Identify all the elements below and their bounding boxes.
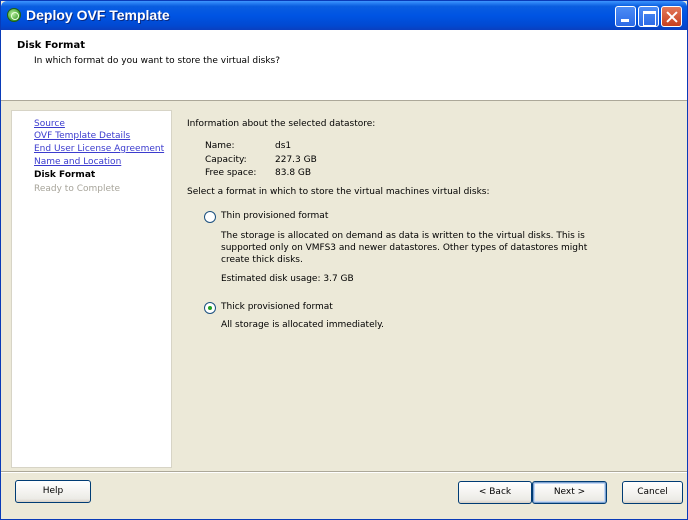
format-prompt: Select a format in which to store the vi… bbox=[187, 187, 490, 197]
back-button[interactable]: < Back bbox=[458, 481, 532, 504]
help-button[interactable]: Help bbox=[15, 480, 91, 503]
close-icon[interactable] bbox=[661, 6, 682, 27]
thick-provisioned-description: All storage is allocated immediately. bbox=[221, 320, 385, 330]
datastore-free-space-value: 83.8 GB bbox=[275, 168, 312, 178]
datastore-free-space-label: Free space: bbox=[205, 168, 257, 178]
window-title: Deploy OVF Template bbox=[26, 7, 170, 23]
thin-provisioned-description-line-2: supported only on VMFS3 and newer datast… bbox=[221, 243, 588, 253]
wizard-steps-nav: Source OVF Template Details End User Lic… bbox=[11, 110, 172, 468]
vsphere-app-icon bbox=[7, 8, 21, 22]
datastore-info-heading: Information about the selected datastore… bbox=[187, 119, 376, 129]
datastore-name-value: ds1 bbox=[275, 141, 292, 151]
cancel-button[interactable]: Cancel bbox=[622, 481, 683, 504]
datastore-name-label: Name: bbox=[205, 141, 235, 151]
footer-divider bbox=[1, 471, 687, 473]
disk-format-panel: Information about the selected datastore… bbox=[175, 110, 681, 468]
nav-step-eula[interactable]: End User License Agreement bbox=[34, 144, 164, 154]
thin-provisioned-description-line-3: create thick disks. bbox=[221, 255, 303, 265]
thin-provisioned-label[interactable]: Thin provisioned format bbox=[221, 211, 328, 221]
nav-step-name-and-location[interactable]: Name and Location bbox=[34, 157, 121, 167]
thick-provisioned-label[interactable]: Thick provisioned format bbox=[221, 302, 333, 312]
nav-step-ovf-template-details[interactable]: OVF Template Details bbox=[34, 131, 130, 141]
estimated-disk-usage: Estimated disk usage: 3.7 GB bbox=[221, 274, 354, 284]
nav-step-source[interactable]: Source bbox=[34, 119, 65, 129]
thick-provisioned-radio[interactable] bbox=[204, 302, 216, 314]
datastore-capacity-value: 227.3 GB bbox=[275, 155, 317, 165]
next-button[interactable]: Next > bbox=[532, 481, 607, 504]
nav-step-ready-to-complete: Ready to Complete bbox=[34, 184, 121, 194]
wizard-header: Disk Format In which format do you want … bbox=[1, 30, 687, 101]
page-subtitle: In which format do you want to store the… bbox=[34, 56, 281, 66]
thin-provisioned-radio[interactable] bbox=[204, 211, 216, 223]
nav-step-disk-format: Disk Format bbox=[34, 170, 96, 180]
datastore-capacity-label: Capacity: bbox=[205, 155, 247, 165]
maximize-icon[interactable] bbox=[638, 6, 659, 27]
thin-provisioned-description-line-1: The storage is allocated on demand as da… bbox=[221, 231, 585, 241]
page-title: Disk Format bbox=[17, 40, 85, 51]
minimize-icon[interactable] bbox=[615, 6, 636, 27]
deploy-ovf-window: Deploy OVF Template Disk Format In which… bbox=[0, 0, 688, 520]
title-bar[interactable]: Deploy OVF Template bbox=[1, 1, 687, 30]
